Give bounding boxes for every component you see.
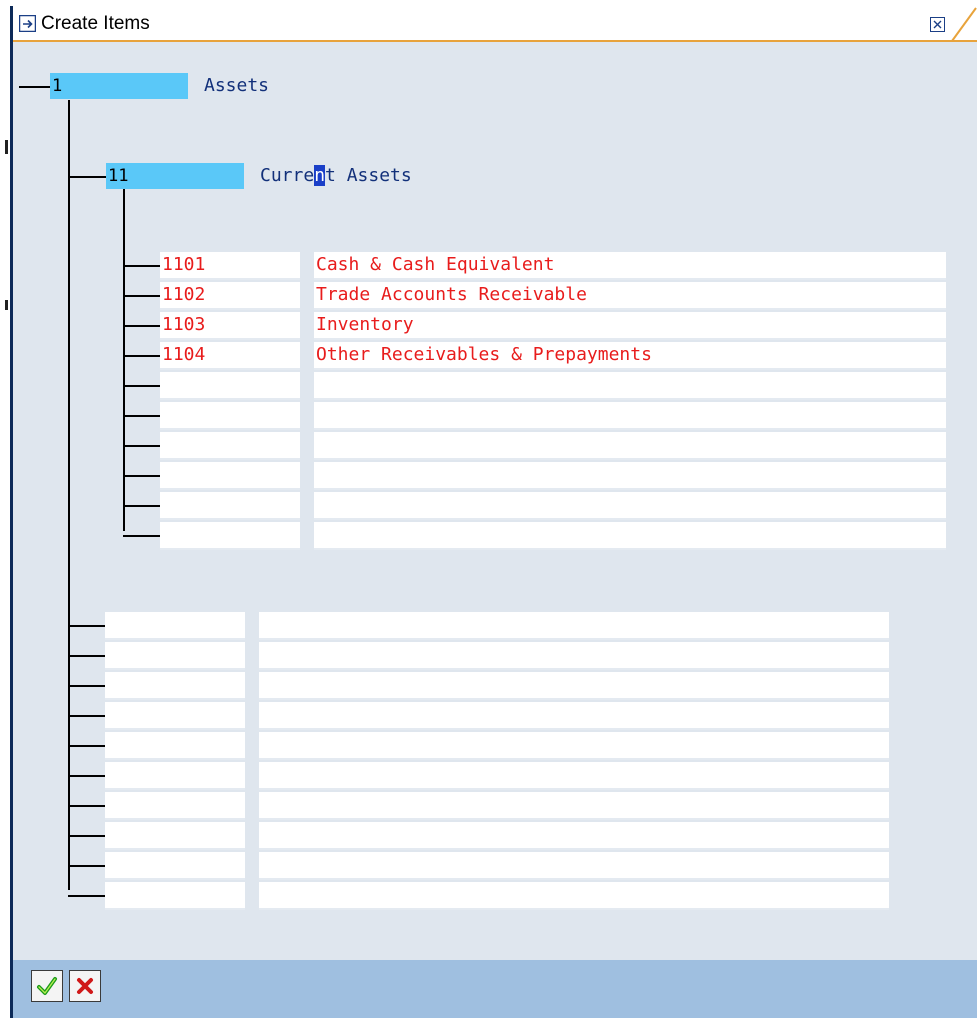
dialog-footer-toolbar	[13, 960, 977, 1018]
item-description-field[interactable]	[259, 642, 889, 670]
tree-connector	[68, 176, 108, 178]
tree-connector	[68, 685, 106, 687]
close-icon[interactable]	[930, 17, 945, 32]
item-code-field[interactable]	[160, 462, 300, 490]
tree-connector	[68, 895, 106, 897]
item-code-field[interactable]	[105, 642, 245, 670]
tree-connector	[123, 475, 161, 477]
checkmark-icon	[37, 977, 57, 995]
tree-connector	[19, 86, 52, 88]
tree-connector	[123, 295, 161, 297]
tree-connector	[123, 385, 161, 387]
item-description-field[interactable]	[259, 792, 889, 820]
dialog-titlebar: Create Items	[13, 6, 977, 42]
item-description-field[interactable]	[314, 462, 946, 490]
item-code-field[interactable]	[105, 732, 245, 760]
tree-connector	[68, 655, 106, 657]
item-code-field[interactable]	[160, 372, 300, 400]
item-description-field[interactable]	[314, 402, 946, 430]
item-code-field[interactable]	[160, 432, 300, 460]
item-code-field[interactable]	[105, 762, 245, 790]
group-label-part: t Assets	[325, 165, 412, 186]
item-code-field[interactable]	[105, 702, 245, 730]
item-description-field[interactable]	[314, 492, 946, 520]
confirm-button[interactable]	[31, 970, 63, 1002]
item-description-field[interactable]: Cash & Cash Equivalent	[314, 252, 946, 280]
item-description-field[interactable]	[259, 612, 889, 640]
group-node-label[interactable]: Current Assets	[260, 163, 412, 189]
item-description-field[interactable]	[314, 522, 946, 550]
root-node-id-field[interactable]: 1	[50, 73, 188, 99]
dialog-window-icon	[19, 15, 36, 32]
tree-connector	[123, 415, 161, 417]
tree-connector	[123, 355, 161, 357]
item-code-field[interactable]: 1102	[160, 282, 300, 310]
item-code-field[interactable]	[105, 672, 245, 700]
tree-branch	[123, 189, 125, 531]
item-description-field[interactable]	[259, 702, 889, 730]
edge-mark	[5, 140, 8, 154]
edge-mark	[5, 300, 8, 310]
item-description-field[interactable]	[314, 432, 946, 460]
cancel-x-icon	[77, 978, 93, 994]
item-code-field[interactable]: 1104	[160, 342, 300, 370]
item-code-field[interactable]	[105, 882, 245, 910]
tree-connector	[123, 325, 161, 327]
item-code-field[interactable]	[160, 522, 300, 550]
tree-connector	[68, 625, 106, 627]
item-code-field[interactable]	[160, 402, 300, 430]
tree-connector	[68, 745, 106, 747]
item-code-field[interactable]	[160, 492, 300, 520]
titlebar-accent	[951, 7, 977, 42]
tree-connector	[68, 865, 106, 867]
item-code-field[interactable]: 1103	[160, 312, 300, 340]
tree-connector	[68, 835, 106, 837]
item-description-field[interactable]	[259, 672, 889, 700]
item-code-field[interactable]	[105, 792, 245, 820]
tree-connector	[123, 265, 161, 267]
item-description-field[interactable]	[314, 372, 946, 400]
item-description-field[interactable]: Other Receivables & Prepayments	[314, 342, 946, 370]
item-description-field[interactable]: Trade Accounts Receivable	[314, 282, 946, 310]
item-description-field[interactable]	[259, 882, 889, 910]
create-items-dialog: Create Items 1 Assets 11 Current Assets …	[10, 6, 977, 1018]
tree-connector	[123, 445, 161, 447]
tree-trunk	[68, 100, 70, 890]
group-node-id-field[interactable]: 11	[106, 163, 244, 189]
item-description-field[interactable]	[259, 822, 889, 850]
root-node-label: Assets	[204, 75, 270, 96]
dialog-title: Create Items	[41, 13, 150, 34]
tree-connector	[68, 805, 106, 807]
tree-connector	[68, 715, 106, 717]
item-code-field[interactable]	[105, 612, 245, 640]
item-code-field[interactable]	[105, 852, 245, 880]
item-description-field[interactable]	[259, 852, 889, 880]
tree-connector	[68, 775, 106, 777]
item-code-field[interactable]: 1101	[160, 252, 300, 280]
text-cursor: n	[314, 165, 326, 186]
tree-connector	[123, 535, 161, 537]
cancel-button[interactable]	[69, 970, 101, 1002]
tree-area: 1 Assets 11 Current Assets 1101 Cash & Ca…	[13, 42, 977, 910]
item-description-field[interactable]: Inventory	[314, 312, 946, 340]
tree-connector	[123, 505, 161, 507]
group-label-part: Curre	[260, 165, 315, 186]
item-description-field[interactable]	[259, 762, 889, 790]
item-code-field[interactable]	[105, 822, 245, 850]
item-description-field[interactable]	[259, 732, 889, 760]
